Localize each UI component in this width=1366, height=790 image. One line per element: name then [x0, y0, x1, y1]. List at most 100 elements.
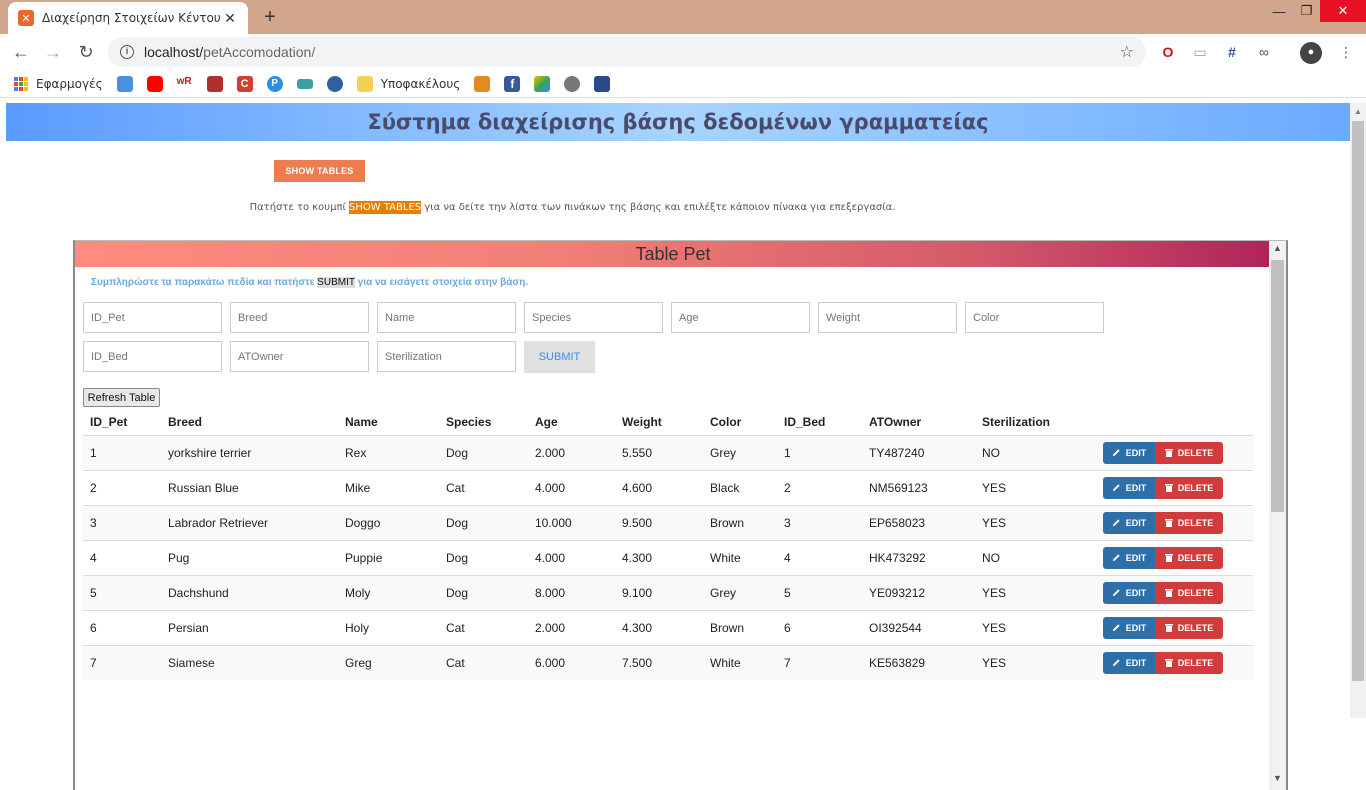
pencil-icon — [1112, 554, 1120, 562]
breed-field[interactable] — [230, 302, 369, 333]
tool-icon — [594, 75, 611, 92]
row-actions: EDIT DELETE — [1103, 469, 1253, 505]
panel-scroll-thumb[interactable] — [1271, 260, 1284, 512]
bookmark-star-icon[interactable]: ☆ — [1120, 42, 1134, 62]
site-info-icon[interactable]: i — [120, 45, 134, 59]
bookmark-drive[interactable] — [534, 75, 551, 92]
bookmarks-bar: Εφαρμογές wR C P Υποφακέλους f — [0, 70, 1366, 98]
p-logo-icon: P — [266, 75, 283, 92]
page-scroll-thumb[interactable] — [1352, 121, 1364, 681]
delete-button[interactable]: DELETE — [1155, 546, 1223, 569]
delete-button[interactable]: DELETE — [1155, 476, 1223, 499]
table-row: 4 Pug Puppie Dog 4.000 4.300 White 4 HK473292 NO E… — [83, 539, 1253, 575]
back-icon[interactable]: ← — [10, 41, 32, 63]
edit-button[interactable]: EDIT — [1103, 511, 1155, 534]
show-tables-button[interactable]: SHOW TABLES — [274, 160, 365, 182]
profile-avatar[interactable]: ● — [1300, 42, 1322, 64]
table-cell: Doggo — [338, 504, 439, 540]
address-bar[interactable]: i localhost/petAccomodation/ ☆ — [108, 37, 1146, 67]
tab-title: Διαχείρηση Στοιχείων Κέντου φι — [42, 11, 222, 25]
bookmark-puzzle[interactable] — [474, 75, 491, 92]
folder-icon — [356, 75, 373, 92]
bookmark-youtube[interactable] — [146, 75, 163, 92]
id-bed-field[interactable] — [83, 341, 222, 372]
browser-tab[interactable]: ✕ Διαχείρηση Στοιχείων Κέντου φι ✕ — [8, 2, 248, 34]
minimize-icon[interactable]: — — [1265, 0, 1293, 22]
column-header: Sterilization — [975, 409, 1103, 436]
page-scrollbar[interactable]: ▲ — [1350, 103, 1366, 718]
table-row: 7 Siamese Greg Cat 6.000 7.500 White 7 KE563829 Y… — [83, 644, 1253, 680]
table-cell: EP658023 — [862, 504, 975, 540]
bookmark-apps[interactable]: Εφαρμογές — [14, 76, 103, 91]
grid-extension-icon[interactable]: # — [1222, 42, 1242, 62]
opera-extension-icon[interactable]: O — [1158, 42, 1178, 62]
reload-icon[interactable]: ↻ — [75, 41, 97, 63]
table-row: 6 Persian Holy Cat 2.000 4.300 Brown 6 OI392544 Y… — [83, 609, 1253, 645]
edit-button[interactable]: EDIT — [1103, 441, 1155, 464]
window-close-icon[interactable]: ✕ — [1320, 0, 1366, 22]
table-row: 2 Russian Blue Mike Cat 4.000 4.600 Black 2 NM56… — [83, 469, 1253, 505]
table-cell: 8.000 — [528, 574, 615, 610]
table-cell: Cat — [439, 469, 528, 505]
table-cell: OI392544 — [862, 609, 975, 645]
tab-close-icon[interactable]: ✕ — [222, 10, 238, 27]
delete-button[interactable]: DELETE — [1155, 616, 1223, 639]
color-field[interactable] — [965, 302, 1104, 333]
refresh-table-button[interactable]: Refresh Table — [83, 388, 160, 407]
menu-icon[interactable]: ⋮ — [1336, 42, 1356, 62]
row-actions: EDIT DELETE — [1103, 434, 1253, 470]
infinity-extension-icon[interactable]: ∞ — [1254, 42, 1274, 62]
column-header: Name — [338, 409, 439, 436]
extension-icon[interactable]: ▭ — [1190, 42, 1210, 62]
page-scroll-up-icon[interactable]: ▲ — [1354, 107, 1362, 116]
bookmark-university[interactable] — [206, 75, 223, 92]
name-field[interactable] — [377, 302, 516, 333]
table-cell: 7 — [83, 644, 161, 680]
bookmark-wordreference[interactable]: wR — [176, 75, 193, 92]
edit-button[interactable]: EDIT — [1103, 651, 1155, 674]
bookmark-translate[interactable] — [116, 75, 133, 92]
edit-button[interactable]: EDIT — [1103, 581, 1155, 604]
browser-toolbar: ← → ↻ i localhost/petAccomodation/ ☆ O ▭… — [0, 34, 1366, 70]
page-content: Σύστημα διαχείρισης βάσης δεδομένων γραμ… — [0, 100, 1366, 790]
scroll-down-arrow-icon[interactable]: ▼ — [1273, 773, 1282, 783]
table-cell: Dachshund — [161, 574, 338, 610]
id-pet-field[interactable] — [83, 302, 222, 333]
bookmark-folder[interactable]: Υποφακέλους — [356, 75, 460, 92]
atowner-field[interactable] — [230, 341, 369, 372]
table-cell: 7 — [777, 644, 862, 680]
table-cell: Brown — [703, 504, 777, 540]
table-cell: Dog — [439, 539, 528, 575]
bookmark-book[interactable] — [296, 78, 313, 89]
edit-button[interactable]: EDIT — [1103, 546, 1155, 569]
table-cell: NO — [975, 539, 1103, 575]
panel-scrollbar[interactable]: ▲ ▼ — [1269, 241, 1286, 790]
delete-button[interactable]: DELETE — [1155, 441, 1223, 464]
sterilization-field[interactable] — [377, 341, 516, 372]
scroll-up-arrow-icon[interactable]: ▲ — [1273, 243, 1282, 253]
forward-icon[interactable]: → — [42, 41, 64, 63]
bookmark-tool[interactable] — [594, 75, 611, 92]
table-cell: Black — [703, 469, 777, 505]
submit-button[interactable]: SUBMIT — [524, 341, 595, 373]
bookmark-facebook[interactable]: f — [504, 75, 521, 92]
restore-icon[interactable]: ❐ — [1293, 0, 1320, 22]
bookmark-p-site[interactable]: P — [266, 75, 283, 92]
weight-field[interactable] — [818, 302, 957, 333]
delete-button[interactable]: DELETE — [1155, 581, 1223, 604]
form-note-pre: Συμπληρώστε τα παρακάτω πεδία και πατήστ… — [91, 277, 318, 288]
table-cell: 10.000 — [528, 504, 615, 540]
new-tab-icon[interactable]: + — [260, 6, 280, 28]
bookmark-c-site[interactable]: C — [236, 75, 253, 92]
apps-icon — [14, 76, 28, 91]
age-field[interactable] — [671, 302, 810, 333]
instructions-highlight: SHOW TABLES — [349, 201, 422, 214]
facebook-icon: f — [504, 75, 521, 92]
species-field[interactable] — [524, 302, 663, 333]
delete-button[interactable]: DELETE — [1155, 651, 1223, 674]
bookmark-ed-site[interactable] — [326, 75, 343, 92]
edit-button[interactable]: EDIT — [1103, 476, 1155, 499]
bookmark-globe[interactable] — [564, 75, 581, 92]
edit-button[interactable]: EDIT — [1103, 616, 1155, 639]
delete-button[interactable]: DELETE — [1155, 511, 1223, 534]
